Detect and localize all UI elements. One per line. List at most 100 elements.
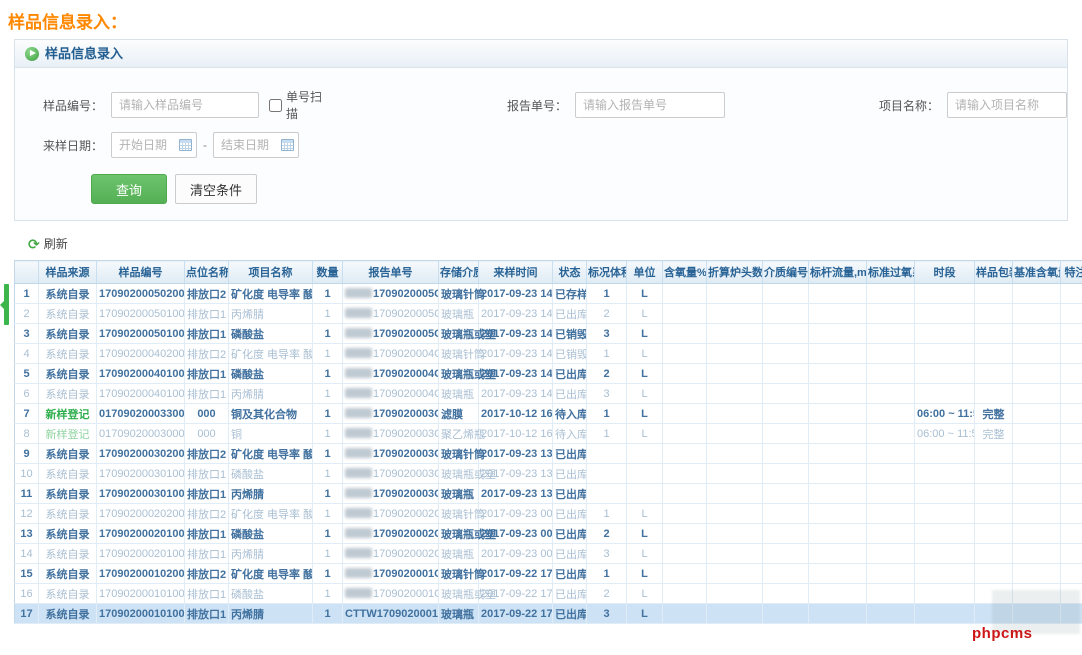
cell-unit: L [627,324,663,344]
cell-bo2 [1013,604,1061,624]
cell-sample: 170902000401001 [97,384,185,404]
table-row[interactable]: 11系统自录170902000301001排放口1丙烯腈11709020003C… [15,484,1082,504]
cell-sample: 170902000101001 [97,604,185,624]
censored-blur [345,408,372,418]
censored-blur [345,588,372,598]
table-row[interactable]: 9系统自录170902000302001排放口2矿化度 电导率 酸度 总碱度11… [15,444,1082,464]
cell-medium: 玻璃瓶或塑 [439,464,479,484]
cell-report: 1709020004CN [343,384,439,404]
refresh-icon[interactable]: ⟳ [28,237,40,251]
cell-burner [707,344,763,364]
cell-flow [809,404,867,424]
cell-status: 已出库 [553,544,587,564]
header-row: 样品来源样品编号点位名称项目名称数量报告单号存储介质来样时间状态标况体积单位含氧… [15,261,1082,284]
cell-note [1061,384,1082,404]
cell-note [1061,324,1082,344]
cell-point: 排放口2 [185,344,229,364]
report-no-input[interactable] [575,92,725,118]
refresh-link[interactable]: 刷新 [44,235,68,252]
cell-burner [707,284,763,304]
cell-unit: L [627,544,663,564]
table-row[interactable]: 12系统自录170902000202001排放口2矿化度 电导率 酸度 总碱度1… [15,504,1082,524]
project-name-label: 项目名称： [875,97,939,114]
table-row[interactable]: 15系统自录170902000102001排放口2矿化度 电导率 酸度 总碱度1… [15,564,1082,584]
table-row[interactable]: 6系统自录170902000401001排放口1丙烯腈11709020004CN… [15,384,1082,404]
table-row[interactable]: 4系统自录170902000402001排放口2矿化度 电导率 酸度 总碱度11… [15,344,1082,364]
table-row[interactable]: 1系统自录170902000502001排放口2矿化度 电导率 酸度 总碱度11… [15,284,1082,304]
table-row[interactable]: 13系统自录170902000201002排放口1磷酸盐11709020002C… [15,524,1082,544]
table-row[interactable]: 14系统自录170902000201001排放口1丙烯腈11709020002C… [15,544,1082,564]
cell-pack [975,444,1013,464]
cell-burner [707,504,763,524]
cell-sample: 170902000301001 [97,484,185,504]
cell-time: 2017-09-23 14:07 [479,344,553,364]
cell-medium: 玻璃针筒 [439,284,479,304]
cell-time: 2017-09-23 13:09 [479,484,553,504]
cell-burner [707,404,763,424]
row-selection-indicator[interactable] [4,284,9,325]
table-row[interactable]: 17系统自录170902000101001排放口1丙烯腈1CTTW1709020… [15,604,1082,624]
cell-note [1061,524,1082,544]
cell-mno [763,504,809,524]
cell-flow [809,364,867,384]
cell-flow [809,464,867,484]
date-end-input[interactable] [213,132,299,158]
cell-period [915,604,975,624]
cell-status: 已出库 [553,304,587,324]
cell-o2 [663,284,707,304]
sample-no-input[interactable] [111,92,259,118]
cell-medium: 玻璃瓶或塑 [439,584,479,604]
cell-pack [975,344,1013,364]
cell-project: 磷酸盐 [229,364,313,384]
cell-status: 已出库 [553,484,587,504]
col-header-0 [15,261,39,284]
col-header-10: 标况体积 [587,261,627,284]
date-start-input[interactable] [111,132,197,158]
brand-logo: phpcms [972,625,1033,642]
table-row[interactable]: 16系统自录170902000101002排放口1磷酸盐11709020001C… [15,584,1082,604]
cell-unit: L [627,404,663,424]
cell-period [915,544,975,564]
cell-flow [809,524,867,544]
cell-report: 1709020002CN [343,504,439,524]
project-name-input[interactable] [947,92,1067,118]
table-row[interactable]: 8新样登记0170902000300001000铜11709020003CN聚乙… [15,424,1082,444]
table-row[interactable]: 2系统自录170902000501001排放口1丙烯腈11709020005CN… [15,304,1082,324]
search-button[interactable]: 查询 [91,174,167,204]
page-title: 样品信息录入： [8,8,1082,33]
clear-conditions-button[interactable]: 清空条件 [175,174,257,204]
table-row[interactable]: 7新样登记0170902000330001000铜及其化合物1170902000… [15,404,1082,424]
table-row[interactable]: 3系统自录170902000501002排放口1磷酸盐11709020005CN… [15,324,1082,344]
cell-flow [809,304,867,324]
cell-project: 磷酸盐 [229,324,313,344]
censored-blur [345,568,372,578]
cell-qty: 1 [313,464,343,484]
cell-burner [707,384,763,404]
scan-checkbox[interactable] [269,99,282,112]
date-separator: - [203,138,207,152]
cell-note [1061,304,1082,324]
cell-source: 系统自录 [39,364,97,384]
cell-note [1061,584,1082,604]
cell-period [915,444,975,464]
cell-sample: 0170902000330001 [97,404,185,424]
cell-medium: 玻璃瓶或塑 [439,364,479,384]
cell-flow [809,444,867,464]
cell-note [1061,464,1082,484]
cell-pack [975,304,1013,324]
cell-note [1061,564,1082,584]
cell-qty: 1 [313,484,343,504]
cell-unit [627,444,663,464]
cell-point: 排放口1 [185,324,229,344]
refresh-toolbar: ⟳ 刷新 [28,235,1082,252]
col-header-17: 时段 [915,261,975,284]
cell-flow [809,604,867,624]
table-row[interactable]: 5系统自录170902000401002排放口1磷酸盐11709020004CN… [15,364,1082,384]
cell-vol: 2 [587,584,627,604]
cell-qty: 1 [313,424,343,444]
cell-pack [975,564,1013,584]
cell-project: 铜及其化合物 [229,404,313,424]
cell-oox [867,604,915,624]
table-row[interactable]: 10系统自录170902000301002排放口1磷酸盐11709020003C… [15,464,1082,484]
cell-medium: 滤膜 [439,404,479,424]
